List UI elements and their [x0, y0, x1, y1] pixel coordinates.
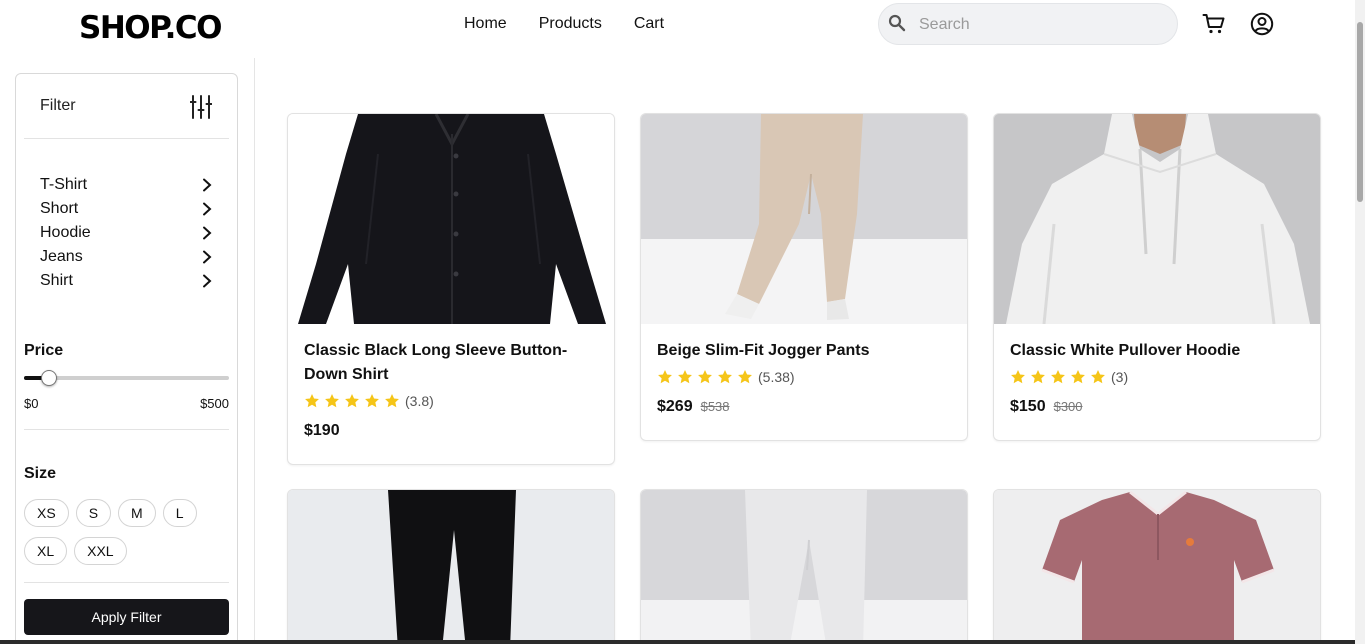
size-chip-xxl[interactable]: XXL	[74, 537, 127, 565]
size-chip-s[interactable]: S	[75, 499, 112, 527]
product-old-price: $300	[1053, 399, 1083, 414]
star-icon	[1071, 370, 1085, 384]
search-input[interactable]	[919, 13, 1159, 37]
chevron-right-icon	[203, 202, 212, 216]
product-rating: (3)	[1010, 368, 1304, 386]
price-divider	[24, 429, 229, 430]
price-row: $150 $300	[1010, 398, 1304, 416]
product-image-grey-joggers[interactable]	[641, 490, 967, 644]
size-options: XS S M L XL XXL	[24, 499, 229, 565]
category-item-tshirt[interactable]: T-Shirt	[40, 173, 212, 197]
chevron-right-icon	[203, 178, 212, 192]
product-card[interactable]	[640, 489, 968, 644]
price-max-label: $500	[200, 396, 229, 411]
filter-title: Filter	[40, 97, 76, 114]
star-icon	[325, 394, 339, 408]
scrollbar-thumb[interactable]	[1357, 22, 1363, 202]
rating-value: (3)	[1111, 369, 1129, 385]
price-title: Price	[24, 342, 64, 359]
product-card[interactable]	[287, 489, 615, 644]
product-price: $150	[1010, 398, 1046, 415]
product-price: $269	[657, 398, 693, 415]
product-card[interactable]: Beige Slim-Fit Jogger Pants (5.38) $269 …	[640, 113, 968, 441]
cart-icon[interactable]	[1202, 12, 1226, 36]
product-image-white-hoodie[interactable]	[994, 114, 1320, 324]
star-icon	[385, 394, 399, 408]
star-icon	[365, 394, 379, 408]
size-divider	[24, 582, 229, 583]
nav-products-link[interactable]: Products	[539, 14, 602, 34]
category-label: T-Shirt	[40, 176, 88, 193]
brand-logo[interactable]: SHOP.CO	[79, 9, 223, 47]
bottom-edge	[0, 640, 1355, 644]
filter-sidebar: Filter T-Shirt Short Hoodie Jeans Shirt …	[15, 73, 238, 644]
star-rating	[304, 393, 400, 409]
search-icon	[888, 14, 906, 32]
shop-page: SHOP.CO Home Products Cart Filter	[0, 0, 1365, 644]
size-chip-xl[interactable]: XL	[24, 537, 68, 565]
price-slider[interactable]	[24, 370, 229, 386]
category-label: Hoodie	[40, 224, 91, 241]
rating-value: (3.8)	[405, 393, 434, 409]
chevron-right-icon	[203, 274, 212, 288]
category-item-jeans[interactable]: Jeans	[40, 245, 212, 269]
rating-value: (5.38)	[758, 369, 795, 385]
star-icon	[698, 370, 712, 384]
price-min-label: $0	[24, 396, 39, 411]
product-rating: (5.38)	[657, 368, 951, 386]
star-icon	[678, 370, 692, 384]
search-bar	[878, 3, 1178, 45]
content-divider	[254, 58, 255, 644]
user-circle-icon[interactable]	[1250, 12, 1274, 36]
main-nav: Home Products Cart	[464, 14, 664, 34]
category-label: Jeans	[40, 248, 83, 265]
category-label: Short	[40, 200, 79, 217]
star-rating	[1010, 369, 1106, 385]
sliders-icon[interactable]	[190, 94, 212, 120]
product-card[interactable]: Classic White Pullover Hoodie (3) $150 $…	[993, 113, 1321, 441]
size-title: Size	[24, 465, 57, 482]
nav-cart-link[interactable]: Cart	[634, 14, 664, 34]
chevron-right-icon	[203, 226, 212, 240]
apply-filter-button[interactable]: Apply Filter	[24, 599, 229, 635]
product-old-price: $538	[700, 399, 730, 414]
price-row: $269 $538	[657, 398, 951, 416]
star-icon	[345, 394, 359, 408]
product-image-polo-shirt[interactable]	[994, 490, 1320, 644]
product-image-black-pants[interactable]	[288, 490, 614, 644]
category-item-hoodie[interactable]: Hoodie	[40, 221, 212, 245]
filter-divider	[24, 138, 229, 139]
chevron-right-icon	[203, 250, 212, 264]
category-label: Shirt	[40, 272, 73, 289]
product-name: Classic Black Long Sleeve Button-Down Sh…	[304, 342, 568, 383]
product-image-black-shirt[interactable]	[288, 114, 614, 324]
product-price: $190	[304, 422, 340, 439]
star-icon	[1011, 370, 1025, 384]
size-chip-m[interactable]: M	[118, 499, 156, 527]
category-item-short[interactable]: Short	[40, 197, 212, 221]
category-list: T-Shirt Short Hoodie Jeans Shirt	[40, 173, 212, 293]
price-row: $190	[304, 422, 598, 440]
top-header: SHOP.CO Home Products Cart	[0, 0, 1355, 48]
product-card[interactable]	[993, 489, 1321, 644]
star-icon	[1031, 370, 1045, 384]
product-image-beige-joggers[interactable]	[641, 114, 967, 324]
size-chip-l[interactable]: L	[162, 499, 197, 527]
nav-home-link[interactable]: Home	[464, 14, 507, 34]
product-card[interactable]: Classic Black Long Sleeve Button-Down Sh…	[287, 113, 615, 465]
star-icon	[718, 370, 732, 384]
category-item-shirt[interactable]: Shirt	[40, 269, 212, 293]
star-rating	[657, 369, 753, 385]
star-icon	[305, 394, 319, 408]
page-scrollbar[interactable]	[1355, 0, 1365, 644]
star-icon	[1051, 370, 1065, 384]
price-slider-thumb[interactable]	[40, 370, 57, 386]
product-name: Beige Slim-Fit Jogger Pants	[657, 342, 870, 359]
star-icon	[658, 370, 672, 384]
star-icon	[1091, 370, 1105, 384]
star-icon	[738, 370, 752, 384]
product-name: Classic White Pullover Hoodie	[1010, 342, 1241, 359]
product-rating: (3.8)	[304, 392, 598, 410]
size-chip-xs[interactable]: XS	[24, 499, 69, 527]
